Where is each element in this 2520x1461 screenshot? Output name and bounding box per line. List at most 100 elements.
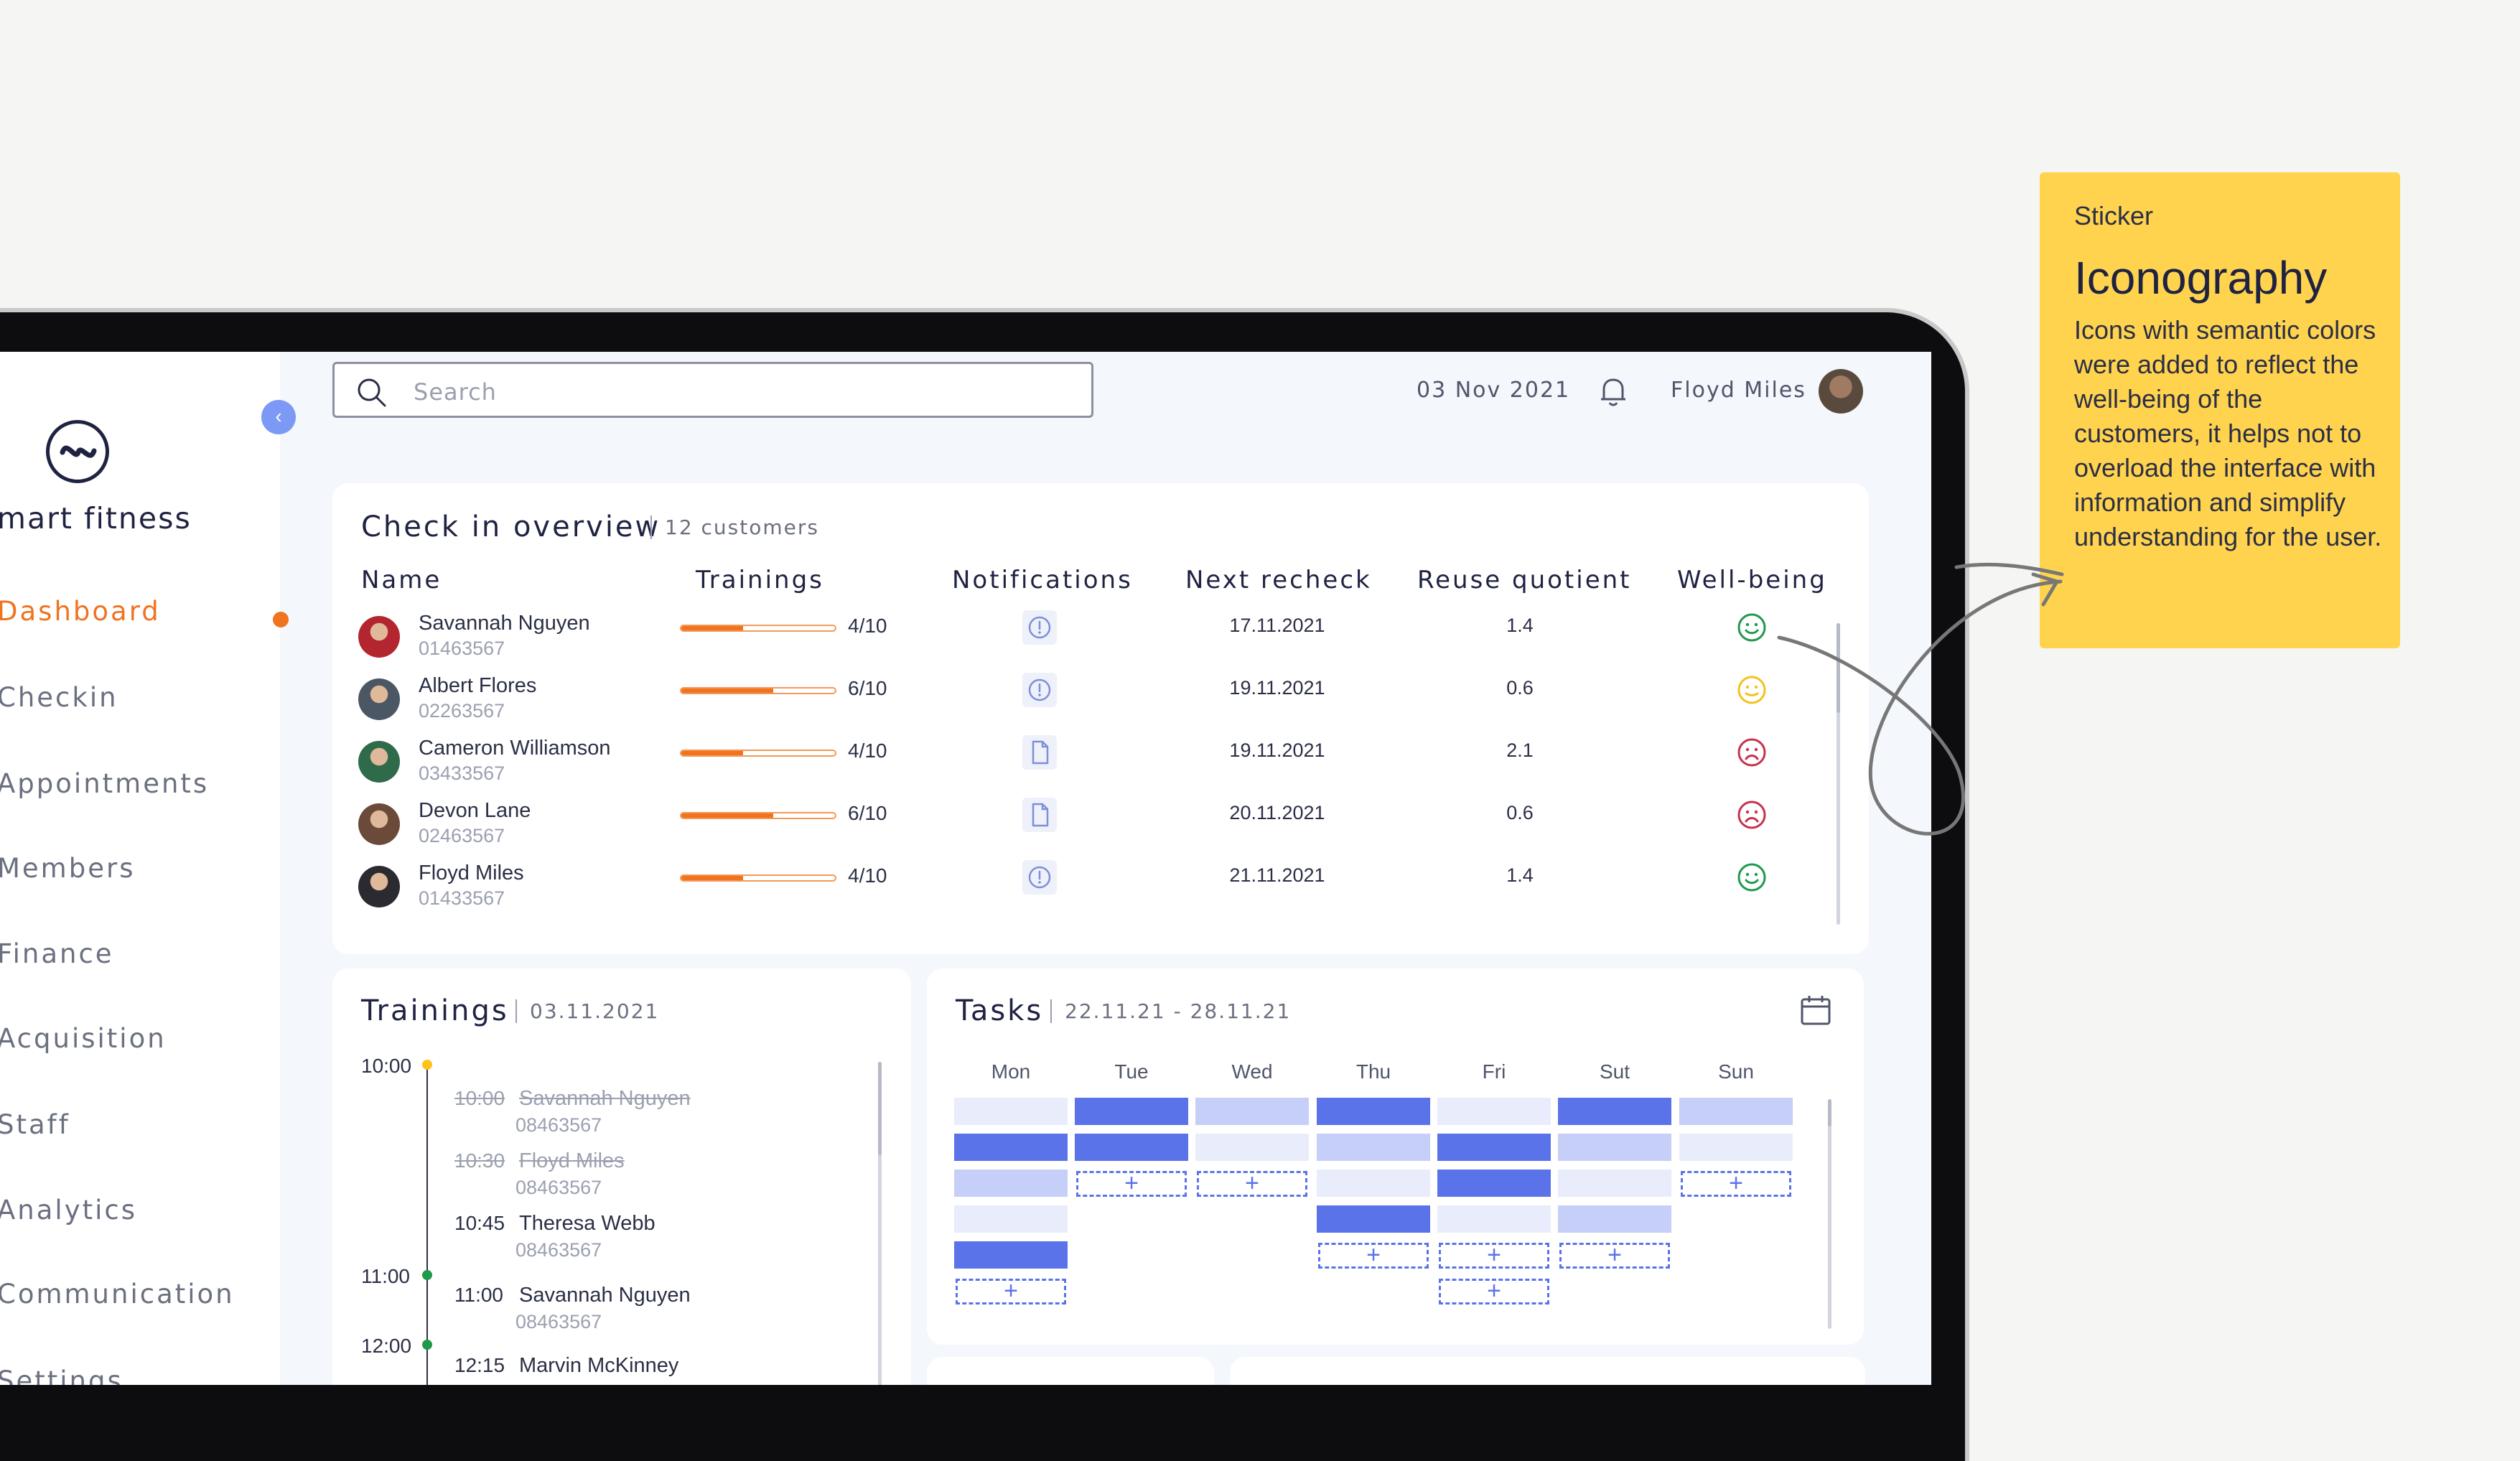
document-icon[interactable] xyxy=(1022,735,1057,770)
day-label: Sun xyxy=(1718,1060,1754,1083)
task-block[interactable] xyxy=(1679,1098,1793,1125)
day-label: Thu xyxy=(1355,1060,1391,1083)
nav-item-settings[interactable]: Settings xyxy=(0,1366,123,1385)
alert-icon[interactable] xyxy=(1022,860,1057,895)
trainings-scrollbar[interactable] xyxy=(878,1062,882,1385)
sticker-kicker: Sticker xyxy=(2074,201,2154,230)
annotation-arrow xyxy=(1777,562,2064,836)
tasks-range: 22.11.21 - 28.11.21 xyxy=(1050,999,1291,1023)
day-label: Wed xyxy=(1231,1060,1273,1083)
day-label: Fri xyxy=(1482,1060,1506,1083)
task-block[interactable] xyxy=(1317,1170,1430,1197)
training-member-id: 08463567 xyxy=(515,1311,602,1332)
next-recheck-date: 19.11.2021 xyxy=(1229,677,1325,699)
customer-id: 02263567 xyxy=(419,700,505,722)
training-time: 11:00 xyxy=(454,1284,503,1306)
task-block[interactable] xyxy=(1679,1134,1793,1161)
sad-face-icon xyxy=(1737,800,1766,829)
task-block[interactable] xyxy=(1558,1098,1671,1125)
training-member-name[interactable]: Theresa Webb xyxy=(519,1212,655,1236)
col-notifications: Notifications xyxy=(952,566,1133,594)
task-block[interactable] xyxy=(1437,1134,1551,1161)
customer-name[interactable]: Devon Lane xyxy=(419,799,531,823)
next-recheck-date: 20.11.2021 xyxy=(1229,802,1325,823)
customer-name[interactable]: Cameron Williamson xyxy=(419,737,611,760)
checkin-count: 12 customers xyxy=(650,515,819,539)
task-block[interactable] xyxy=(1075,1098,1188,1125)
search-input[interactable]: Search xyxy=(332,362,1093,418)
sticker-note: Sticker Iconography Icons with semantic … xyxy=(2040,172,2400,648)
training-progress-fill xyxy=(681,876,743,880)
col-name: Name xyxy=(361,566,442,594)
add-task-button[interactable]: + xyxy=(1076,1171,1187,1197)
customer-id: 01463567 xyxy=(419,638,505,659)
task-block[interactable] xyxy=(1317,1134,1430,1161)
training-progress-fill xyxy=(681,751,743,755)
training-member-name[interactable]: Savannah Nguyen xyxy=(519,1284,691,1307)
add-task-button[interactable]: + xyxy=(1439,1243,1549,1269)
add-task-button[interactable]: + xyxy=(1439,1279,1549,1304)
document-icon[interactable] xyxy=(1022,798,1057,832)
user-name[interactable]: Floyd Miles xyxy=(1671,378,1806,403)
add-task-button[interactable]: + xyxy=(1318,1243,1429,1269)
nav-item-dashboard[interactable]: Dashboard xyxy=(0,596,161,627)
nav-item-staff[interactable]: Staff xyxy=(0,1109,70,1140)
card-stub xyxy=(927,1357,1214,1385)
timeline-dot xyxy=(422,1340,432,1350)
avatar xyxy=(358,678,400,720)
alert-icon[interactable] xyxy=(1022,610,1057,645)
tasks-scrollbar[interactable] xyxy=(1828,1099,1831,1329)
task-block[interactable] xyxy=(1317,1205,1430,1233)
reuse-quotient: 0.6 xyxy=(1506,677,1534,699)
training-count: 4/10 xyxy=(848,615,887,637)
training-member-name[interactable]: Floyd Miles xyxy=(519,1149,625,1173)
nav-item-finance[interactable]: Finance xyxy=(0,938,114,969)
training-time: 12:15 xyxy=(454,1354,505,1376)
nav-item-checkin[interactable]: Checkin xyxy=(0,682,118,713)
logo-icon xyxy=(46,420,109,483)
training-member-id: 08463567 xyxy=(515,1239,602,1261)
training-member-name[interactable]: Savannah Nguyen xyxy=(519,1087,691,1111)
customer-name[interactable]: Albert Flores xyxy=(419,674,536,698)
add-task-button[interactable]: + xyxy=(956,1279,1066,1304)
brand-name: mart fitness xyxy=(0,501,192,536)
checkin-card: Check in overview 12 customers Name Trai… xyxy=(332,483,1869,954)
nav-item-acquisition[interactable]: Acquisition xyxy=(0,1023,167,1054)
add-task-button[interactable]: + xyxy=(1197,1171,1307,1197)
calendar-icon[interactable] xyxy=(1799,994,1832,1027)
task-block[interactable] xyxy=(1558,1205,1671,1233)
task-block[interactable] xyxy=(954,1170,1068,1197)
training-member-name[interactable]: Marvin McKinney xyxy=(519,1354,678,1378)
nav-item-communication[interactable]: Communication xyxy=(0,1279,235,1310)
task-block[interactable] xyxy=(1558,1170,1671,1197)
task-block[interactable] xyxy=(954,1134,1068,1161)
avatar[interactable] xyxy=(1819,369,1863,414)
bell-icon[interactable] xyxy=(1595,373,1631,409)
customer-name[interactable]: Floyd Miles xyxy=(419,862,524,885)
task-block[interactable] xyxy=(1195,1098,1309,1125)
task-block[interactable] xyxy=(954,1098,1068,1125)
customer-id: 03433567 xyxy=(419,762,505,784)
task-block[interactable] xyxy=(1558,1134,1671,1161)
task-block[interactable] xyxy=(1195,1134,1309,1161)
task-block[interactable] xyxy=(1437,1170,1551,1197)
nav-item-analytics[interactable]: Analytics xyxy=(0,1195,137,1226)
collapse-sidebar-button[interactable]: ‹ xyxy=(261,400,296,434)
task-block[interactable] xyxy=(1317,1098,1430,1125)
task-block[interactable] xyxy=(1075,1134,1188,1161)
task-block[interactable] xyxy=(1437,1205,1551,1233)
nav-item-appointments[interactable]: Appointments xyxy=(0,768,209,799)
alert-icon[interactable] xyxy=(1022,673,1057,707)
avatar xyxy=(358,616,400,658)
customer-name[interactable]: Savannah Nguyen xyxy=(419,612,590,635)
task-block[interactable] xyxy=(1437,1098,1551,1125)
nav-item-members[interactable]: Members xyxy=(0,853,135,884)
task-block[interactable] xyxy=(954,1241,1068,1269)
tasks-card: Tasks 22.11.21 - 28.11.21 Mon Tue Wed Thu Fr… xyxy=(927,968,1864,1345)
search-placeholder: Search xyxy=(414,378,497,406)
task-block[interactable] xyxy=(954,1205,1068,1233)
hour-label: 10:00 xyxy=(361,1055,412,1077)
add-task-button[interactable]: + xyxy=(1681,1171,1791,1197)
active-indicator xyxy=(273,612,289,627)
add-task-button[interactable]: + xyxy=(1559,1243,1670,1269)
